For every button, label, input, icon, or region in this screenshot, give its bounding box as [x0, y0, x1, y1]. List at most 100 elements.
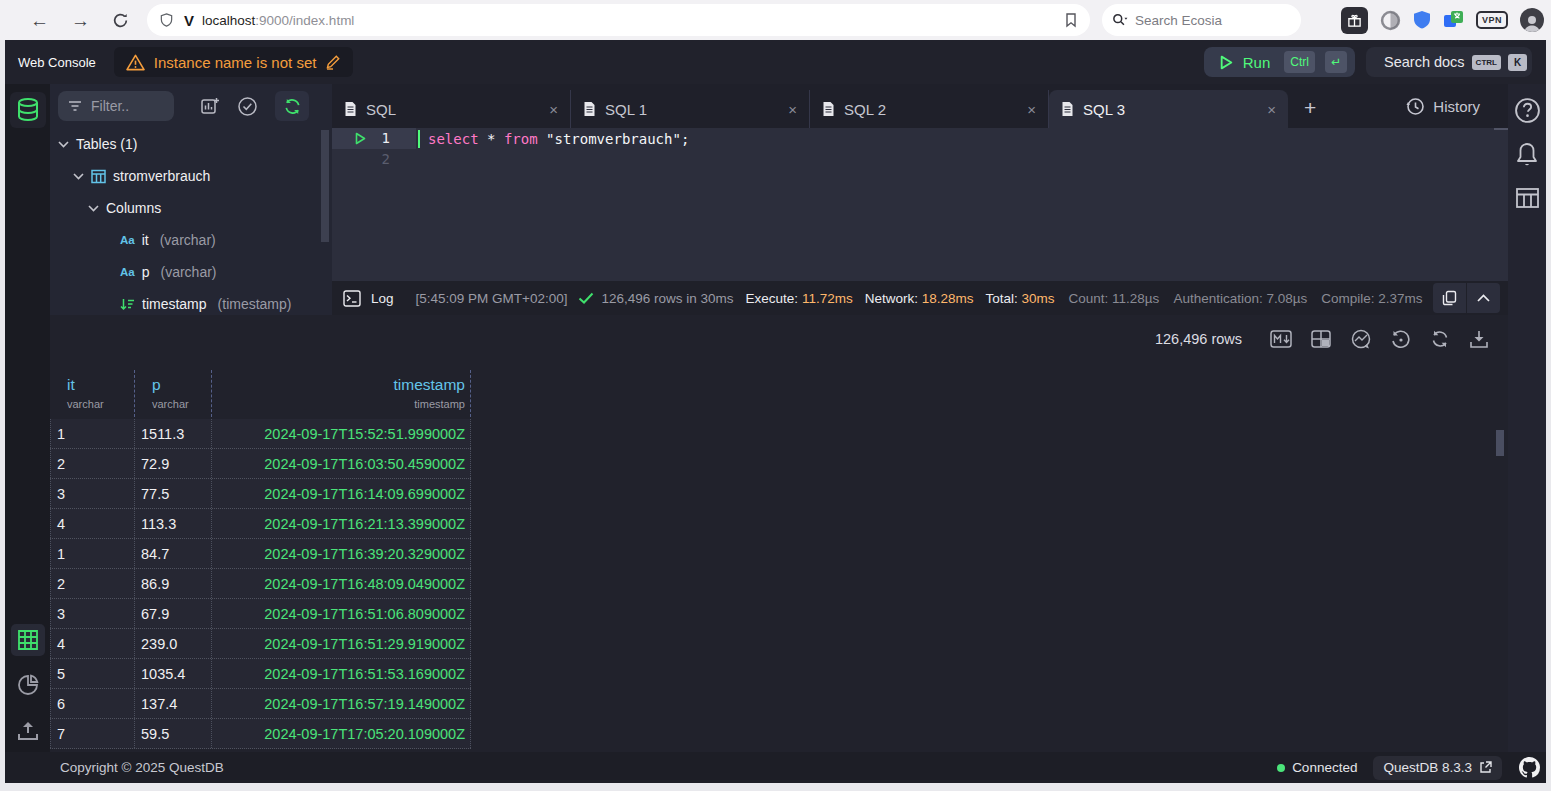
table-row[interactable]: 6 137.4 2024-09-17T16:57:19.149000Z — [50, 689, 471, 719]
cell-timestamp[interactable]: 2024-09-17T16:39:20.329000Z — [212, 539, 471, 568]
search-docs-button[interactable]: Search docs CTRL K — [1366, 47, 1532, 77]
sidebar-scrollbar[interactable] — [321, 130, 329, 242]
grid-column-header[interactable]: it varchar — [50, 370, 135, 417]
cell-timestamp[interactable]: 2024-09-17T16:48:09.049000Z — [212, 569, 471, 598]
table-row[interactable]: 4 239.0 2024-09-17T16:51:29.919000Z — [50, 629, 471, 659]
cell-it[interactable]: 4 — [50, 629, 135, 658]
grid-scrollbar[interactable] — [1496, 430, 1504, 456]
instance-warning-badge[interactable]: Instance name is not set — [114, 47, 354, 77]
editor-scrollbar[interactable] — [1494, 128, 1508, 130]
github-icon[interactable] — [1519, 757, 1540, 778]
cell-it[interactable]: 6 — [50, 689, 135, 718]
bookmark-icon[interactable] — [1064, 12, 1078, 28]
cell-it[interactable]: 2 — [50, 569, 135, 598]
extension-shield-icon[interactable] — [1413, 10, 1431, 30]
tree-columns-node[interactable]: Columns — [50, 192, 332, 224]
cell-timestamp[interactable]: 2024-09-17T16:21:13.399000Z — [212, 509, 471, 538]
cell-it[interactable]: 7 — [50, 719, 135, 748]
toggle-columns-button[interactable] — [1311, 330, 1331, 348]
cell-timestamp[interactable]: 2024-09-17T17:05:20.109000Z — [212, 719, 471, 748]
run-button[interactable]: Run Ctrl ↵ — [1204, 47, 1355, 77]
table-row[interactable]: 4 113.3 2024-09-17T16:21:13.399000Z — [50, 509, 471, 539]
address-bar[interactable]: V localhost:9000/index.html — [147, 4, 1090, 36]
browser-avatar[interactable] — [1520, 8, 1544, 32]
tree-column-item[interactable]: Aa p (varchar) — [50, 256, 332, 288]
cell-it[interactable]: 5 — [50, 659, 135, 688]
cell-p[interactable]: 84.7 — [135, 539, 212, 568]
vpn-badge[interactable]: VPN — [1476, 11, 1508, 29]
cell-p[interactable]: 1511.3 — [135, 419, 212, 448]
markdown-export-button[interactable] — [1270, 330, 1292, 348]
cell-it[interactable]: 3 — [50, 599, 135, 628]
cell-it[interactable]: 2 — [50, 449, 135, 478]
cell-p[interactable]: 137.4 — [135, 689, 212, 718]
help-button[interactable] — [1514, 97, 1541, 124]
cell-p[interactable]: 59.5 — [135, 719, 212, 748]
table-row[interactable]: 1 1511.3 2024-09-17T15:52:51.999000Z — [50, 419, 471, 449]
cell-p[interactable]: 239.0 — [135, 629, 212, 658]
cell-p[interactable]: 1035.4 — [135, 659, 212, 688]
cell-timestamp[interactable]: 2024-09-17T16:51:29.919000Z — [212, 629, 471, 658]
questdb-logo[interactable] — [10, 92, 46, 128]
import-button[interactable] — [11, 714, 45, 746]
table-row[interactable]: 3 77.5 2024-09-17T16:14:09.699000Z — [50, 479, 471, 509]
cell-p[interactable]: 67.9 — [135, 599, 212, 628]
cell-p[interactable]: 86.9 — [135, 569, 212, 598]
gift-extension-icon[interactable] — [1341, 7, 1368, 34]
chart-button[interactable] — [1350, 329, 1372, 349]
extension-globe-icon[interactable] — [1380, 10, 1401, 31]
history-button[interactable]: History — [1406, 97, 1480, 116]
browser-reload-icon[interactable] — [112, 12, 129, 29]
cell-it[interactable]: 4 — [50, 509, 135, 538]
extension-translate-icon[interactable] — [1443, 10, 1464, 31]
collapse-log-button[interactable] — [1467, 283, 1500, 313]
cell-timestamp[interactable]: 2024-09-17T16:51:53.169000Z — [212, 659, 471, 688]
refresh-history-button[interactable] — [1391, 329, 1411, 349]
browser-back-icon[interactable]: ← — [30, 11, 49, 30]
chart-view-button[interactable] — [11, 669, 45, 701]
grid-column-header[interactable]: p varchar — [135, 370, 212, 417]
table-row[interactable]: 2 72.9 2024-09-17T16:03:50.459000Z — [50, 449, 471, 479]
cell-timestamp[interactable]: 2024-09-17T15:52:51.999000Z — [212, 419, 471, 448]
refresh-results-button[interactable] — [1430, 329, 1450, 349]
copy-log-button[interactable] — [1433, 283, 1466, 313]
cell-it[interactable]: 1 — [50, 419, 135, 448]
edit-instance-icon[interactable] — [325, 54, 341, 70]
new-tab-button[interactable]: + — [1304, 96, 1316, 120]
tab-sql-1[interactable]: SQL 1 × — [571, 90, 810, 128]
tree-tables-node[interactable]: Tables (1) — [50, 128, 332, 160]
select-tables-button[interactable] — [237, 96, 258, 117]
refresh-tables-button[interactable] — [275, 91, 309, 121]
tab-close-icon[interactable]: × — [549, 101, 558, 118]
table-row[interactable]: 3 67.9 2024-09-17T16:51:06.809000Z — [50, 599, 471, 629]
table-panel-button[interactable] — [1515, 186, 1540, 210]
cell-timestamp[interactable]: 2024-09-17T16:14:09.699000Z — [212, 479, 471, 508]
tab-sql-2[interactable]: SQL 2 × — [810, 90, 1049, 128]
tab-close-icon[interactable]: × — [788, 101, 797, 118]
tree-table-node[interactable]: stromverbrauch — [50, 160, 332, 192]
notifications-button[interactable] — [1514, 141, 1540, 169]
browser-search-field[interactable]: Search Ecosia — [1102, 4, 1301, 36]
grid-view-button[interactable] — [11, 624, 45, 656]
tab-sql[interactable]: SQL × — [332, 90, 571, 128]
cell-it[interactable]: 1 — [50, 539, 135, 568]
cell-p[interactable]: 113.3 — [135, 509, 212, 538]
grid-column-header[interactable]: timestamp timestamp — [212, 370, 471, 417]
cell-p[interactable]: 77.5 — [135, 479, 212, 508]
browser-forward-icon[interactable]: → — [71, 11, 90, 30]
cell-timestamp[interactable]: 2024-09-17T16:51:06.809000Z — [212, 599, 471, 628]
table-row[interactable]: 5 1035.4 2024-09-17T16:51:53.169000Z — [50, 659, 471, 689]
filter-input[interactable]: Filter.. — [58, 91, 174, 121]
version-button[interactable]: QuestDB 8.3.3 — [1373, 756, 1502, 780]
cell-it[interactable]: 3 — [50, 479, 135, 508]
sql-editor[interactable]: 1 select * from "stromverbrauch"; 2 — [332, 128, 1508, 281]
cell-p[interactable]: 72.9 — [135, 449, 212, 478]
download-results-button[interactable] — [1469, 329, 1489, 349]
tab-close-icon[interactable]: × — [1027, 101, 1036, 118]
table-row[interactable]: 7 59.5 2024-09-17T17:05:20.109000Z — [50, 719, 471, 749]
table-row[interactable]: 2 86.9 2024-09-17T16:48:09.049000Z — [50, 569, 471, 599]
cell-timestamp[interactable]: 2024-09-17T16:57:19.149000Z — [212, 689, 471, 718]
tree-column-item[interactable]: Aa it (varchar) — [50, 224, 332, 256]
tab-sql-3[interactable]: SQL 3 × — [1049, 90, 1288, 128]
tab-close-icon[interactable]: × — [1267, 101, 1276, 118]
